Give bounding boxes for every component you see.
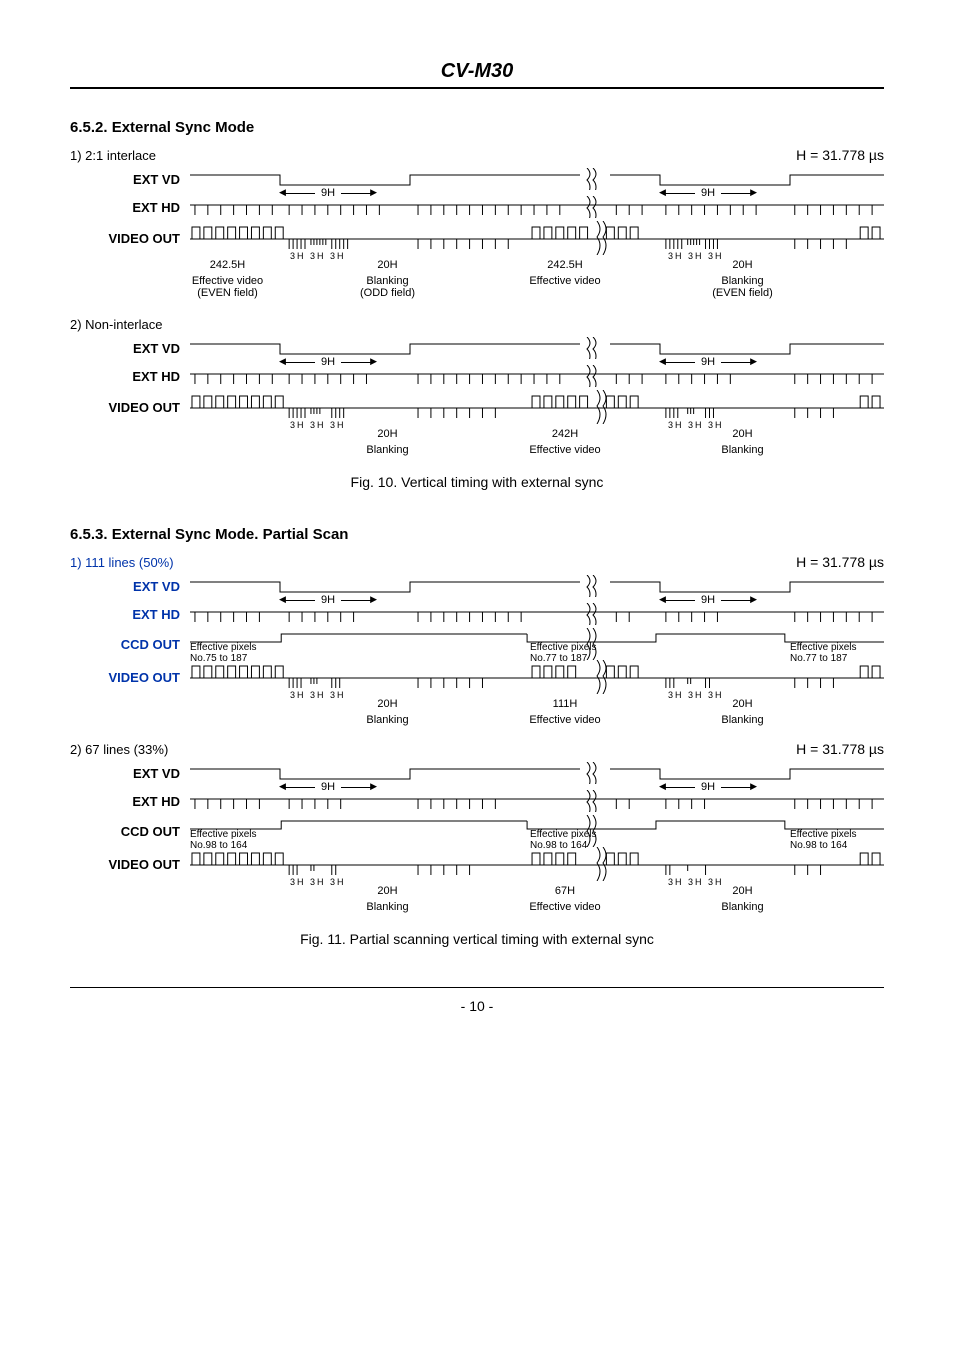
- row-label-ext-hd: EXT HD: [70, 369, 190, 384]
- panel-title: 1) 111 lines (50%): [70, 555, 174, 570]
- annot-111h: 111H: [500, 698, 630, 714]
- video-out-waveform: 3H 3H 3H 3H 3H 3H: [190, 221, 884, 255]
- annot-effective-even: Effective video (EVEN field): [180, 275, 275, 299]
- page-header-title: CV-M30: [70, 60, 884, 89]
- page-number: - 10 -: [70, 998, 884, 1014]
- row-label-ext-hd: EXT HD: [70, 794, 190, 809]
- h-constant: H = 31.778 µs: [796, 147, 884, 163]
- figure-10-caption: Fig. 10. Vertical timing with external s…: [70, 474, 884, 490]
- tiny-3h-labels: 3H 3H 3H: [290, 690, 346, 700]
- panel-title: 2) 67 lines (33%): [70, 742, 168, 757]
- ext-hd-waveform: [190, 787, 884, 815]
- annot-blanking-odd: Blanking (ODD field): [275, 275, 500, 299]
- row-label-video-out: VIDEO OUT: [70, 857, 190, 872]
- row-label-video-out: VIDEO OUT: [70, 670, 190, 685]
- annot-20h: 20H: [275, 698, 500, 714]
- ext-hd-waveform: [190, 600, 884, 628]
- row-label-ccd-out: CCD OUT: [70, 824, 190, 839]
- annot-20h: 20H: [275, 885, 500, 901]
- annot-blanking-even: Blanking (EVEN field): [630, 275, 855, 299]
- ccd-out-waveform: Effective pixels No.98 to 164 Effective …: [190, 815, 884, 847]
- annot-20h: 20H: [275, 428, 500, 444]
- annot-20h: 20H: [630, 428, 855, 444]
- fig10-panel-1: 1) 2:1 interlace H = 31.778 µs EXT VD 9H…: [70, 144, 884, 299]
- annot-67h: 67H: [500, 885, 630, 901]
- ext-vd-waveform: 9H 9H: [190, 759, 884, 787]
- annot-20h: 20H: [630, 698, 855, 714]
- ext-vd-waveform: 9H 9H: [190, 572, 884, 600]
- annot-blanking: Blanking: [630, 901, 855, 913]
- annot-242-5h: 242.5H: [180, 259, 275, 275]
- row-label-ext-vd: EXT VD: [70, 172, 190, 187]
- annot-blanking: Blanking: [275, 714, 500, 726]
- tiny-3h-labels: 3H 3H 3H: [668, 690, 724, 700]
- row-label-video-out: VIDEO OUT: [70, 231, 190, 246]
- annot-effective: Effective video: [500, 901, 630, 913]
- ccd-out-waveform: Effective pixels No.75 to 187 Effective …: [190, 628, 884, 660]
- video-out-waveform: 3H 3H 3H 3H 3H 3H: [190, 660, 884, 694]
- annot-effective: Effective video: [500, 275, 630, 299]
- tiny-3h-labels: 3H 3H 3H: [668, 877, 724, 887]
- h-constant: H = 31.778 µs: [796, 554, 884, 570]
- ext-vd-waveform: 9H 9H: [190, 334, 884, 362]
- video-out-waveform: 3H 3H 3H 3H 3H 3H: [190, 390, 884, 424]
- annot-242-5h-b: 242.5H: [500, 259, 630, 275]
- row-label-ext-vd: EXT VD: [70, 341, 190, 356]
- footer-divider: [70, 987, 884, 988]
- fig11-panel-2: 2) 67 lines (33%) H = 31.778 µs EXT VD 9…: [70, 738, 884, 913]
- panel-title: 2) Non-interlace: [70, 317, 884, 332]
- tiny-3h-labels: 3H 3H 3H: [668, 251, 724, 261]
- annot-20h-b: 20H: [630, 259, 855, 275]
- row-label-ext-vd: EXT VD: [70, 579, 190, 594]
- annot-20h: 20H: [275, 259, 500, 275]
- tiny-3h-labels: 3H 3H 3H: [290, 251, 346, 261]
- fig11-panel-1: 1) 111 lines (50%) H = 31.778 µs EXT VD …: [70, 551, 884, 726]
- row-label-ext-hd: EXT HD: [70, 607, 190, 622]
- section-heading-653: 6.5.3. External Sync Mode. Partial Scan: [70, 526, 884, 543]
- panel-title: 1) 2:1 interlace: [70, 148, 156, 163]
- ext-hd-waveform: [190, 362, 884, 390]
- row-label-ext-vd: EXT VD: [70, 766, 190, 781]
- annot-blanking: Blanking: [275, 444, 500, 456]
- h-constant: H = 31.778 µs: [796, 741, 884, 757]
- tiny-3h-labels: 3H 3H 3H: [668, 420, 724, 430]
- annot-effective: Effective video: [500, 444, 630, 456]
- ext-hd-waveform: [190, 193, 884, 221]
- row-label-ext-hd: EXT HD: [70, 200, 190, 215]
- annot-blanking: Blanking: [275, 901, 500, 913]
- annot-blanking: Blanking: [630, 444, 855, 456]
- tiny-3h-labels: 3H 3H 3H: [290, 420, 346, 430]
- row-label-ccd-out: CCD OUT: [70, 637, 190, 652]
- section-heading-652: 6.5.2. External Sync Mode: [70, 119, 884, 136]
- annot-20h: 20H: [630, 885, 855, 901]
- row-label-video-out: VIDEO OUT: [70, 400, 190, 415]
- annot-242h: 242H: [500, 428, 630, 444]
- annot-blanking: Blanking: [630, 714, 855, 726]
- fig10-panel-2: 2) Non-interlace EXT VD 9H 9H EXT HD VID…: [70, 317, 884, 456]
- tiny-3h-labels: 3H 3H 3H: [290, 877, 346, 887]
- figure-11-caption: Fig. 11. Partial scanning vertical timin…: [70, 931, 884, 947]
- annot-effective: Effective video: [500, 714, 630, 726]
- ext-vd-waveform: 9H 9H: [190, 165, 884, 193]
- video-out-waveform: 3H 3H 3H 3H 3H 3H: [190, 847, 884, 881]
